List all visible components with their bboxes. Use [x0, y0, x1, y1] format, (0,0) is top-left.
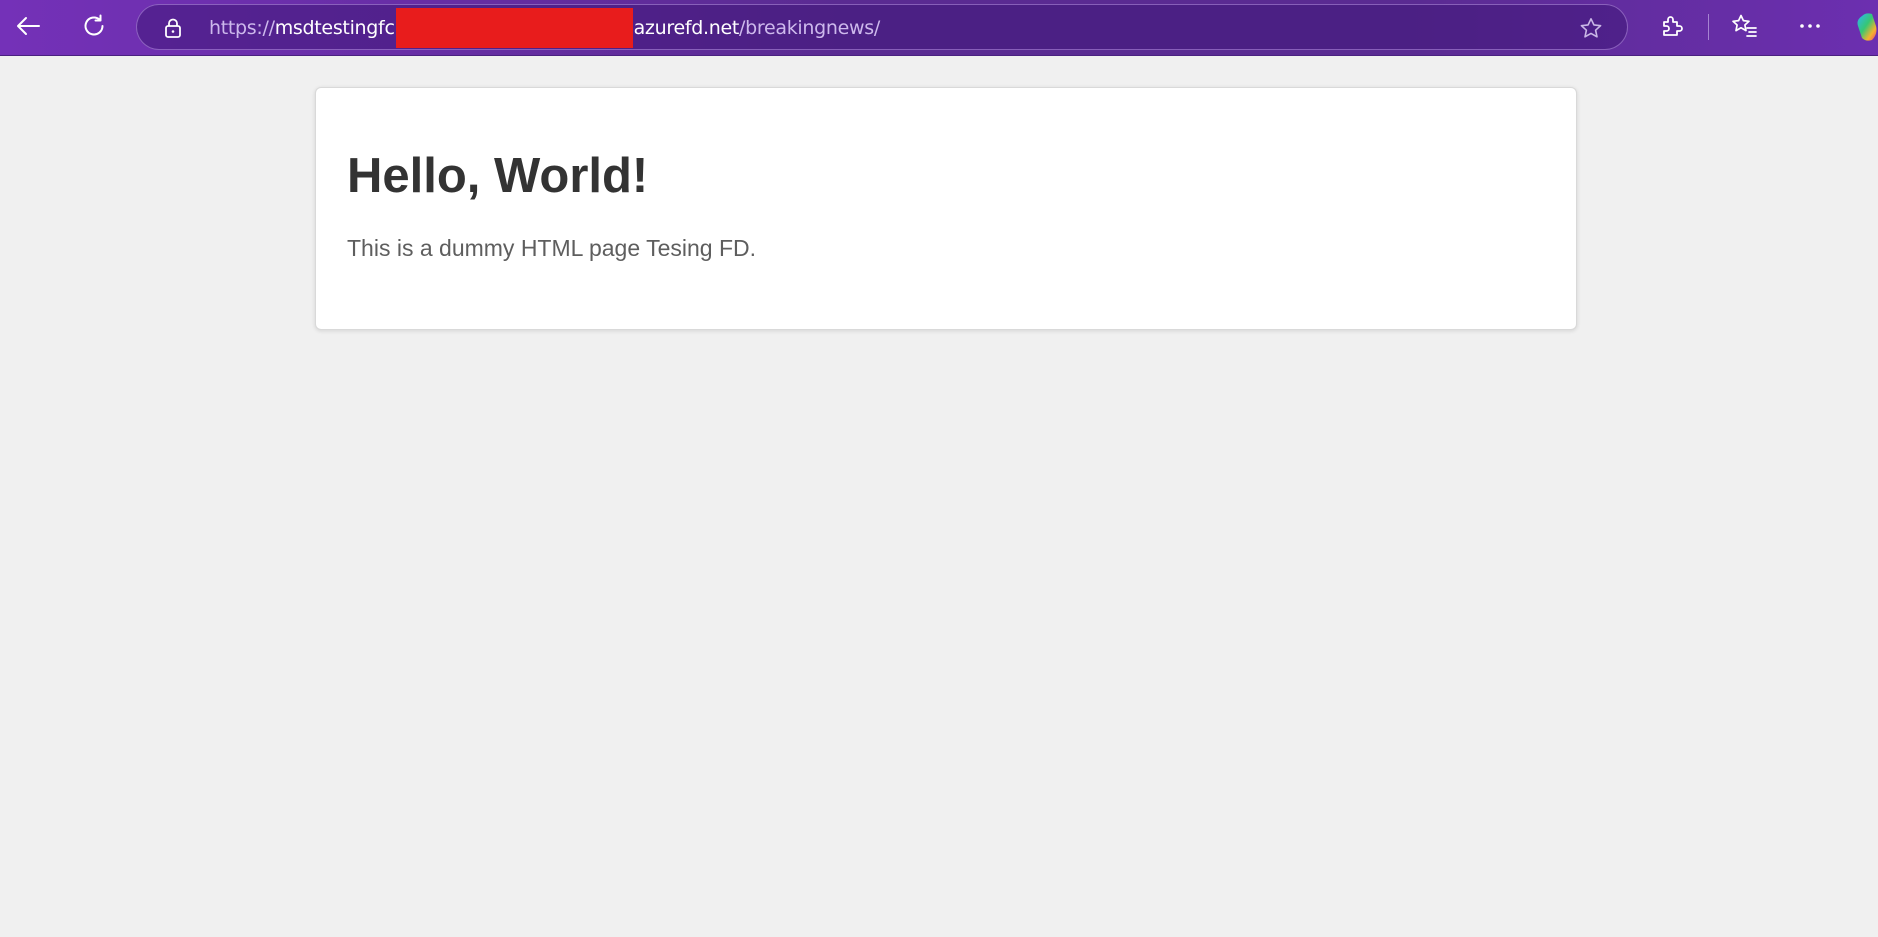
- browser-toolbar: https:// msdtestingfc azurefd.net /break…: [0, 0, 1878, 56]
- url-host-end: azurefd.net: [633, 17, 740, 39]
- back-button[interactable]: [8, 8, 48, 44]
- copilot-icon[interactable]: [1856, 12, 1878, 42]
- content-card: Hello, World! This is a dummy HTML page …: [315, 87, 1577, 330]
- toolbar-divider: [1708, 14, 1709, 40]
- url-text[interactable]: https:// msdtestingfc azurefd.net /break…: [209, 8, 880, 48]
- favorites-button[interactable]: [1724, 8, 1764, 44]
- favorites-star-list-icon: [1732, 14, 1757, 37]
- more-dots-icon: [1800, 24, 1820, 28]
- extensions-button[interactable]: [1652, 8, 1692, 44]
- puzzle-icon: [1663, 16, 1683, 36]
- back-arrow-icon: [17, 17, 40, 35]
- refresh-icon: [84, 14, 104, 36]
- refresh-button[interactable]: [74, 8, 114, 44]
- url-scheme: https://: [209, 17, 275, 39]
- url-path: /breakingnews/: [739, 17, 880, 39]
- url-host-start: msdtestingfc: [274, 17, 395, 39]
- page-title: Hello, World!: [347, 149, 649, 203]
- lock-icon[interactable]: [163, 18, 183, 38]
- redaction-block: [395, 8, 633, 48]
- page-viewport: Hello, World! This is a dummy HTML page …: [0, 57, 1878, 937]
- address-bar[interactable]: https:// msdtestingfc azurefd.net /break…: [136, 4, 1628, 50]
- add-favorite-star-icon[interactable]: [1579, 17, 1603, 39]
- page-description: This is a dummy HTML page Tesing FD.: [347, 235, 757, 261]
- more-options-button[interactable]: [1790, 8, 1830, 44]
